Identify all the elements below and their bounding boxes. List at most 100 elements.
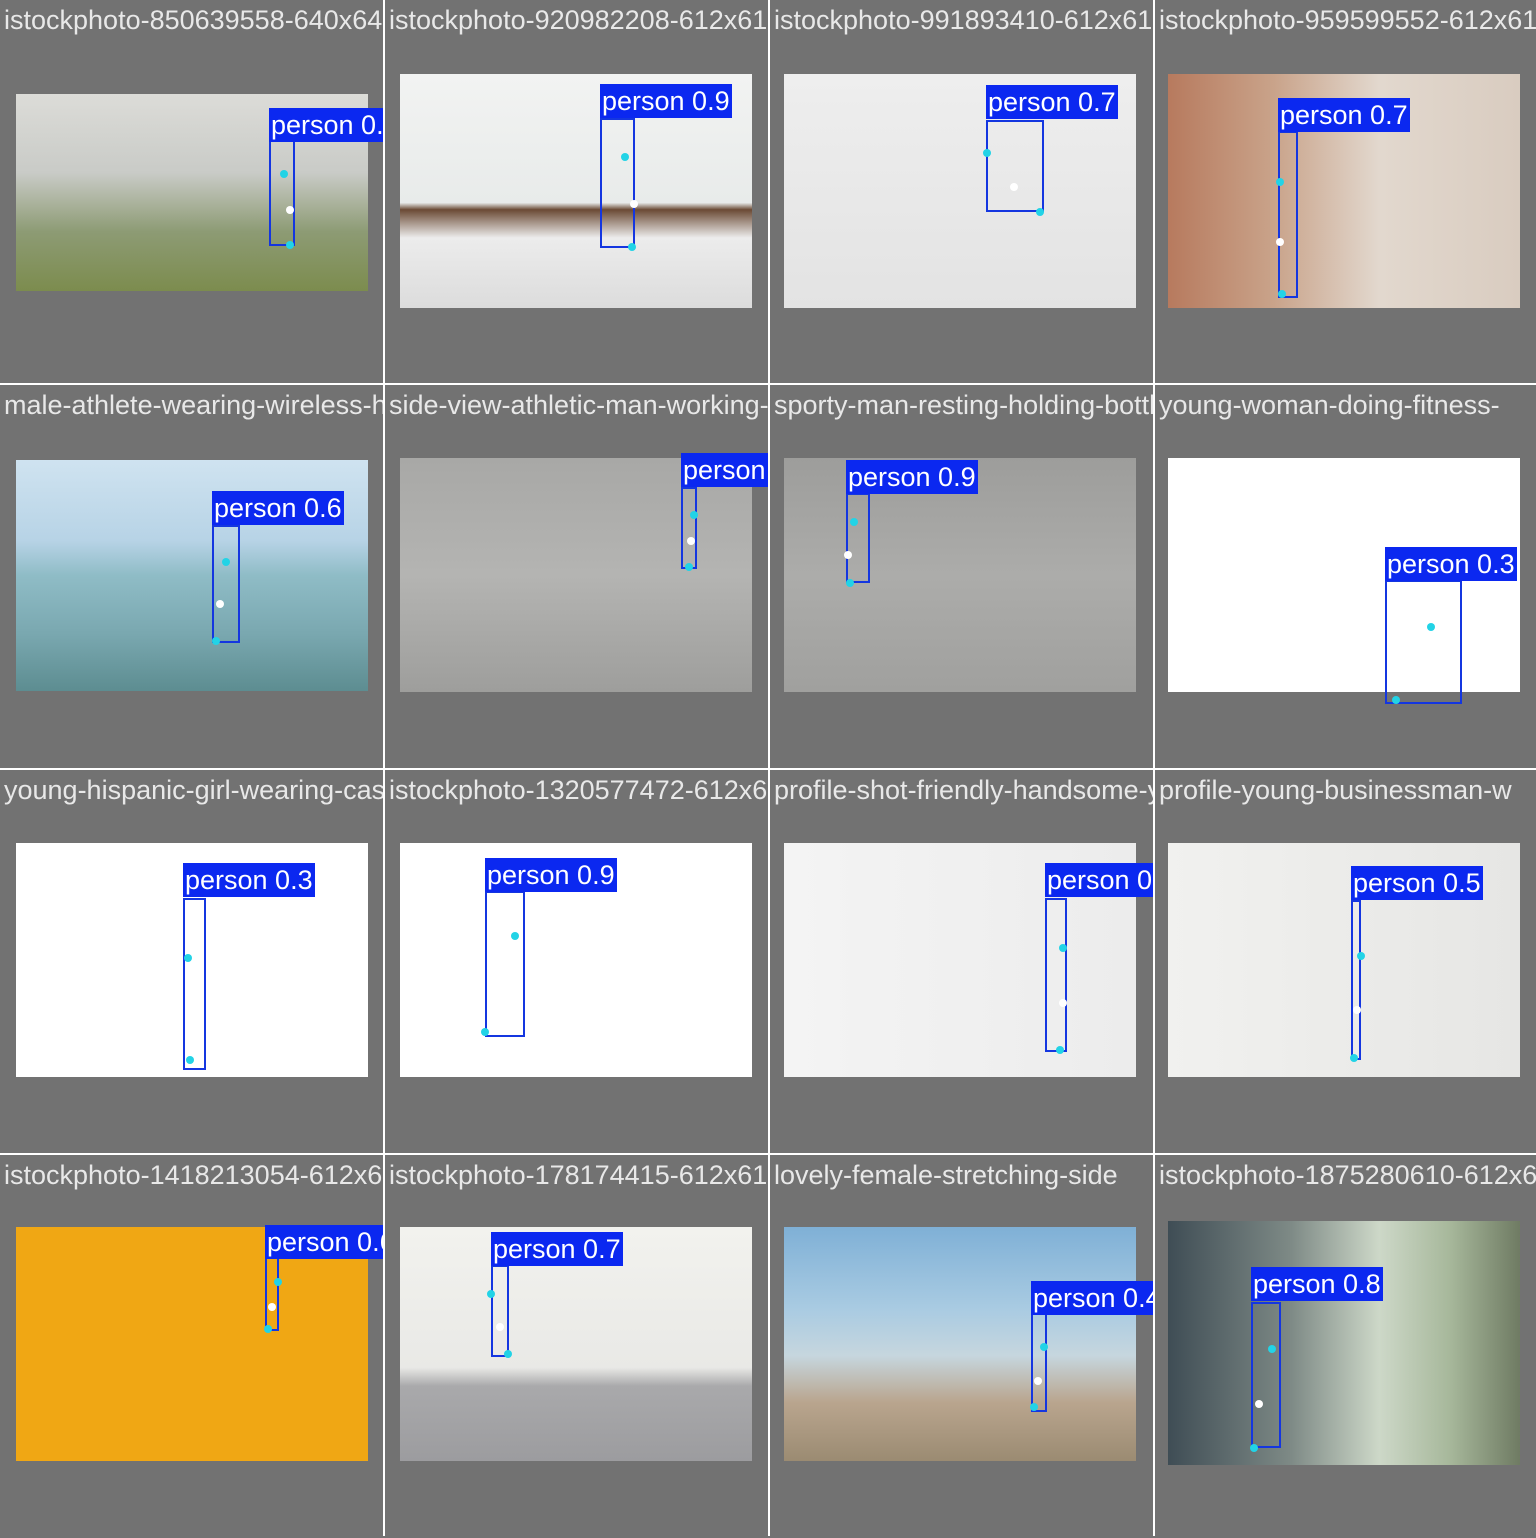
tile-1: person 0.8 istockphoto-850639558-640x640… [0,0,383,383]
detection-box [183,898,206,1070]
keypoint [496,1323,504,1331]
detection-box [681,487,697,569]
keypoint [1350,1054,1358,1062]
photo-15 [784,1227,1136,1461]
keypoint [186,1056,194,1064]
detection-box [269,140,295,246]
keypoint [850,518,858,526]
tile-16: person 0.8 istockphoto-1875280610-612x61… [1155,1155,1536,1538]
detection-label: person 0.9 [600,84,732,118]
tile-8: person 0.3 young-woman-doing-fitness- [1155,385,1536,768]
keypoint [1040,1343,1048,1351]
keypoint [846,579,854,587]
keypoint [1357,952,1365,960]
keypoint [1276,178,1284,186]
keypoint [1250,1444,1258,1452]
photo-6 [400,458,752,692]
keypoint [687,537,695,545]
detection-box [1351,900,1361,1060]
detection-box [491,1265,509,1357]
detection-label: person 0.7 [681,453,768,487]
filename-label: lovely-female-stretching-side [774,1160,1118,1190]
detection-box [1385,580,1462,704]
keypoint [280,170,288,178]
keypoint [492,984,500,992]
keypoint [1036,208,1044,216]
detection-box [1251,1302,1281,1448]
detection-box [1031,1312,1047,1412]
detection-box [265,1257,279,1331]
keypoint [1353,1006,1361,1014]
image-grid: person 0.8 istockphoto-850639558-640x640… [0,0,1536,1538]
detection-label: person 0.6 [265,1225,383,1259]
filename-label: profile-shot-friendly-handsome-young-man [774,775,1153,805]
detection-box [212,525,240,643]
keypoint [621,153,629,161]
keypoint [1056,1046,1064,1054]
keypoint [1059,944,1067,952]
filename-label: istockphoto-178174415-612x612.jpg [389,1160,768,1190]
tile-9: person 0.3 young-hispanic-girl-wearing-c… [0,770,383,1153]
keypoint [1255,1400,1263,1408]
keypoint [286,206,294,214]
keypoint [274,1278,282,1286]
detection-label: person 0.6 [212,491,344,525]
tile-4: person 0.7 istockphoto-959599552-612x612… [1155,0,1536,383]
grid-divider [0,383,1536,385]
detection-label: person 0.5 [1351,866,1483,900]
tile-11: person 0.7 profile-shot-friendly-handsom… [770,770,1153,1153]
detection-label: person 0.7 [1278,98,1410,132]
photo-16 [1168,1221,1520,1465]
grid-divider [0,1153,1536,1155]
detection-label: person 0.4 [1031,1281,1153,1315]
tile-2: person 0.9 istockphoto-920982208-612x612… [385,0,768,383]
detection-label: person 0.3 [1385,547,1517,581]
filename-label: side-view-athletic-man-working-out-on [389,390,768,420]
keypoint [690,511,698,519]
tile-12: person 0.5 profile-young-businessman-w [1155,770,1536,1153]
detection-label: person 0.9 [485,858,617,892]
keypoint [628,243,636,251]
tile-13: person 0.6 istockphoto-1418213054-612x61… [0,1155,383,1538]
keypoint [264,1325,272,1333]
filename-label: istockphoto-920982208-612x612.jpg [389,5,768,35]
photo-13 [16,1227,368,1461]
tile-7: person 0.9 sporty-man-resting-holding-bo… [770,385,1153,768]
keypoint [216,600,224,608]
detection-box [600,118,635,248]
keypoint [268,1303,276,1311]
keypoint [504,1350,512,1358]
keypoint [186,1011,194,1019]
keypoint [1427,623,1435,631]
detection-box [1278,131,1298,298]
filename-label: young-hispanic-girl-wearing-casual-white [4,775,383,805]
detection-label: person 0.8 [1251,1267,1383,1301]
tile-10: person 0.9 istockphoto-1320577472-612x61… [385,770,768,1153]
detection-box [1045,898,1067,1052]
tile-6: person 0.7 side-view-athletic-man-workin… [385,385,768,768]
filename-label: istockphoto-850639558-640x640.jpg [4,5,383,35]
keypoint [1010,183,1018,191]
tile-5: person 0.6 male-athlete-wearing-wireless… [0,385,383,768]
keypoint [1034,1377,1042,1385]
detection-label: person 0.8 [269,108,383,142]
keypoint [1400,663,1408,671]
keypoint [184,954,192,962]
keypoint [1276,238,1284,246]
filename-label: istockphoto-1875280610-612x612.jpg [1159,1160,1536,1190]
tile-3: person 0.7 istockphoto-991893410-612x612… [770,0,1153,383]
keypoint [1059,999,1067,1007]
tile-14: person 0.7 istockphoto-178174415-612x612… [385,1155,768,1538]
keypoint [1392,696,1400,704]
detection-box [846,493,870,583]
keypoint [511,932,519,940]
detection-label: person 0.7 [1045,863,1153,897]
grid-divider [0,768,1536,770]
filename-label: istockphoto-1418213054-612x612.jpg [4,1160,383,1190]
detection-label: person 0.3 [183,863,315,897]
keypoint [222,558,230,566]
keypoint [286,241,294,249]
detection-box [485,891,525,1037]
filename-label: profile-young-businessman-w [1159,775,1512,805]
keypoint [1030,1403,1038,1411]
